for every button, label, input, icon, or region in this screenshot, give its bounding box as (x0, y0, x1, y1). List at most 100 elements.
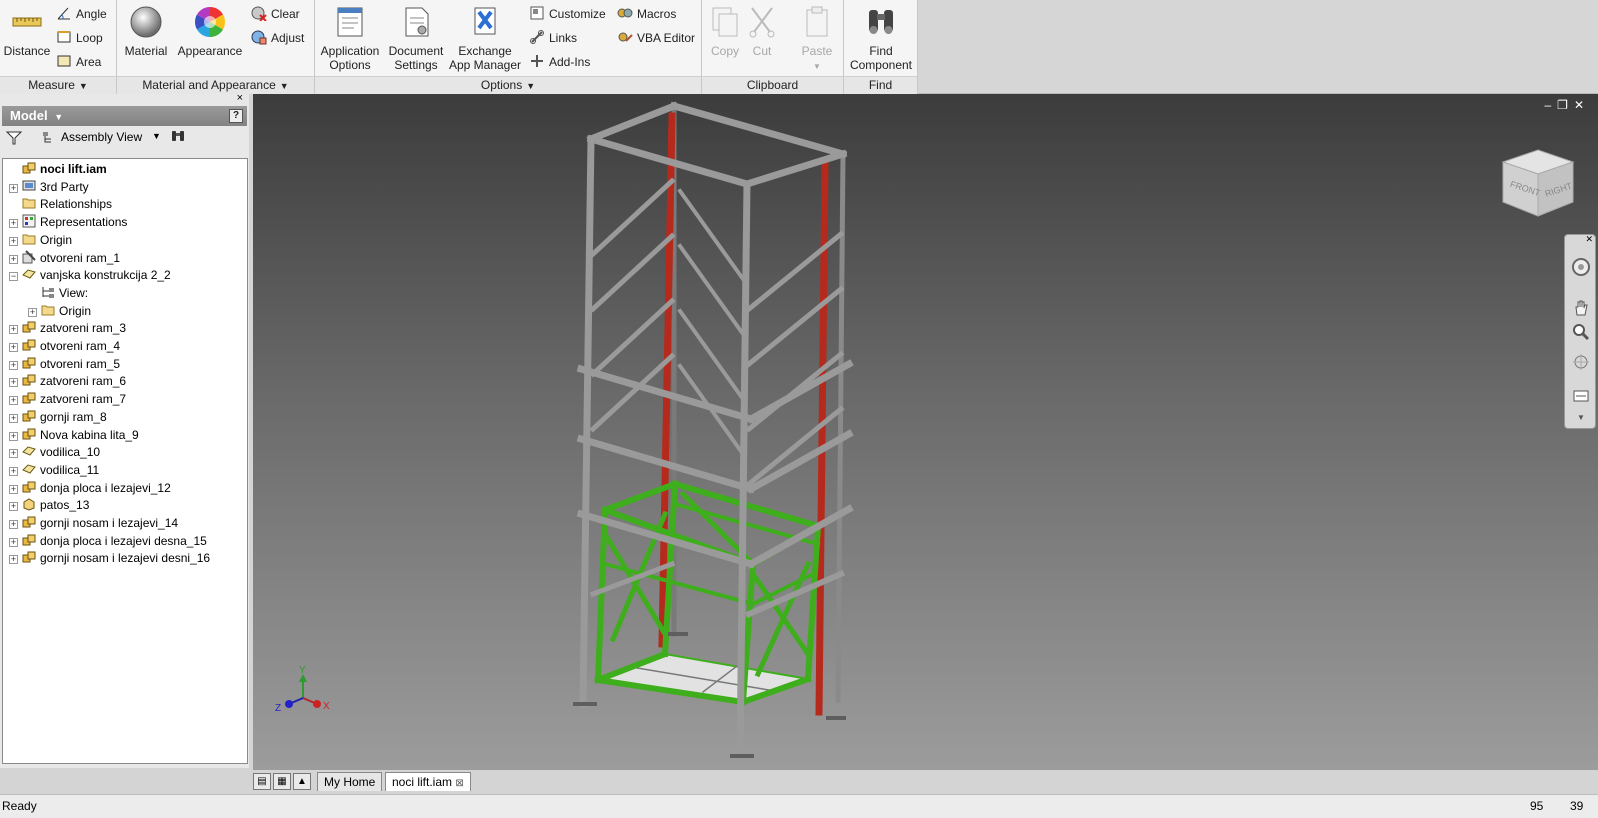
tree-expander-icon[interactable]: + (9, 360, 18, 370)
material-button[interactable]: Material (121, 4, 171, 58)
customize-button[interactable]: Customize (529, 4, 606, 24)
measure-group: Distance Angle Loop Area Measure ▼ (0, 0, 117, 94)
tree-item[interactable]: + Nova kabina lita_9 (9, 426, 139, 444)
tab-my-home[interactable]: My Home (317, 772, 383, 791)
material-appearance-group: Material Appearance Clear Adjust Materia… (117, 0, 315, 94)
tree-expander-icon[interactable]: + (9, 325, 18, 335)
adjust-button[interactable]: Adjust (251, 28, 304, 48)
cut-label: Cut (752, 44, 772, 58)
tree-item[interactable]: + gornji nosam i lezajevi desni_16 (9, 549, 210, 567)
view-dropdown-arrow-icon[interactable]: ▼ (152, 131, 161, 141)
application-options-button[interactable]: Application Options (317, 4, 383, 72)
tree-expander-icon[interactable]: + (9, 219, 18, 229)
tree-item[interactable]: + otvoreni ram_4 (9, 337, 120, 355)
tree-expander-icon[interactable]: + (9, 484, 18, 494)
representations-icon (22, 214, 36, 228)
tree-item[interactable]: + Representations (9, 213, 127, 231)
options-group-label[interactable]: Options ▼ (315, 76, 701, 94)
ribbon: Distance Angle Loop Area Measure ▼ Materi… (0, 0, 918, 94)
tree-expander-icon[interactable]: + (9, 466, 18, 476)
tree-expander-icon[interactable]: + (9, 254, 18, 264)
part-icon (22, 462, 36, 476)
browser-close-icon[interactable]: × (237, 92, 243, 104)
tree-item[interactable]: + zatvoreni ram_6 (9, 372, 126, 390)
loop-button[interactable]: Loop (56, 28, 103, 48)
add-ins-button[interactable]: Add-Ins (529, 52, 590, 72)
tree-expander-icon[interactable]: + (9, 537, 18, 547)
tree-item[interactable]: + otvoreni ram_1 (9, 249, 120, 267)
assembly-icon (22, 409, 36, 423)
tree-expander-icon[interactable]: + (9, 413, 18, 423)
links-icon (530, 30, 544, 44)
tree-expander-icon[interactable]: + (9, 502, 18, 512)
find-group-label: Find (844, 76, 917, 94)
tree-expander-icon[interactable]: + (28, 307, 37, 317)
paste-dropdown-icon[interactable]: ▼ (813, 62, 821, 71)
tree-item[interactable]: + zatvoreni ram_3 (9, 319, 126, 337)
tree-expander-icon[interactable]: + (9, 520, 18, 529)
lift-assembly-model[interactable] (253, 94, 1598, 770)
customize-label: Customize (549, 7, 606, 21)
tree-item[interactable]: + vodilica_10 (9, 443, 100, 461)
tree-expander-icon[interactable]: + (9, 396, 18, 406)
tree-item[interactable]: − vanjska konstrukcija 2_2 (9, 266, 171, 284)
tree-item[interactable]: + Origin (28, 302, 91, 320)
macros-button[interactable]: Macros (617, 4, 676, 24)
vba-editor-icon (618, 32, 633, 42)
tree-item[interactable]: + otvoreni ram_5 (9, 355, 120, 373)
tree-expander-icon[interactable]: + (9, 236, 18, 246)
tree-item[interactable]: View: (28, 284, 88, 302)
binoculars-find-icon[interactable] (170, 130, 186, 144)
tree-item[interactable]: + Origin (9, 231, 72, 249)
links-button[interactable]: Links (529, 28, 577, 48)
tree-item[interactable]: + donja ploca i lezajevi_12 (9, 479, 171, 497)
assembly-view-dropdown[interactable]: Assembly View (61, 130, 142, 144)
tree-item[interactable]: +3rd Party (9, 178, 89, 196)
tab-menu-icon[interactable]: ▲ (293, 773, 311, 790)
tree-item[interactable]: + zatvoreni ram_7 (9, 390, 126, 408)
tree-item[interactable]: noci lift.iam (9, 160, 107, 178)
material-sphere-icon (130, 6, 162, 38)
tree-item-label: Nova kabina lita_9 (40, 427, 139, 442)
graphics-viewport[interactable]: –❐✕ FRONT RIGHT ✕ ▼ Y X Z (253, 94, 1598, 770)
cut-button[interactable]: Cut (744, 4, 780, 58)
vba-editor-button[interactable]: VBA Editor (617, 28, 695, 48)
model-dropdown-icon[interactable]: ▼ (54, 112, 63, 122)
help-icon[interactable]: ? (229, 109, 243, 123)
distance-button[interactable]: Distance (2, 4, 52, 58)
document-settings-button[interactable]: Document Settings (385, 4, 447, 72)
appearance-button[interactable]: Appearance (177, 4, 243, 58)
filter-icon[interactable] (6, 131, 22, 145)
tree-expander-icon[interactable]: + (9, 183, 18, 193)
tree-item[interactable]: + vodilica_11 (9, 461, 99, 479)
binoculars-icon (869, 10, 893, 34)
copy-button[interactable]: Copy (706, 4, 744, 58)
assembly-icon (22, 356, 36, 370)
paste-button[interactable]: Paste ▼ (792, 4, 842, 74)
tree-item[interactable]: + patos_13 (9, 496, 89, 514)
find-component-button[interactable]: Find Component (846, 4, 916, 72)
measure-group-label[interactable]: Measure ▼ (0, 76, 116, 94)
material-appearance-group-label[interactable]: Material and Appearance ▼ (117, 76, 314, 94)
tree-item[interactable]: + gornji nosam i lezajevi_14 (9, 514, 178, 532)
tree-item[interactable]: Relationships (9, 195, 112, 213)
tree-expander-icon[interactable]: + (9, 555, 18, 565)
exchange-app-manager-button[interactable]: Exchange App Manager (447, 4, 523, 72)
ring-beam-lower (745, 570, 845, 618)
tree-item[interactable]: + gornji ram_8 (9, 408, 107, 426)
tree-expander-icon[interactable]: + (9, 378, 18, 388)
tile-windows-icon[interactable]: ▦ (273, 773, 291, 790)
model-browser-header[interactable]: Model ▼ ? (2, 106, 247, 126)
cascade-windows-icon[interactable]: ▤ (253, 773, 271, 790)
tab-noci-lift[interactable]: noci lift.iam ⊠ (385, 772, 471, 791)
tree-expander-icon[interactable]: + (9, 343, 18, 352)
tree-expander-icon[interactable]: + (9, 431, 18, 441)
tree-expander-icon[interactable]: + (9, 449, 18, 459)
angle-button[interactable]: Angle (56, 4, 107, 24)
tree-item-label: gornji nosam i lezajevi desni_16 (40, 551, 211, 566)
area-button[interactable]: Area (56, 52, 101, 72)
tree-expander-icon[interactable]: − (9, 272, 18, 282)
clear-button[interactable]: Clear (251, 4, 300, 24)
tab-close-icon[interactable]: ⊠ (455, 778, 463, 789)
tree-item[interactable]: + donja ploca i lezajevi desna_15 (9, 532, 207, 550)
